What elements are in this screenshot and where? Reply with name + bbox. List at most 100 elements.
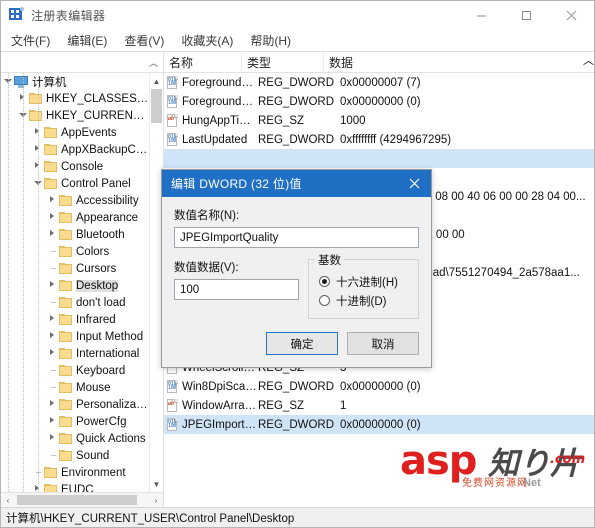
status-bar: 计算机\HKEY_CURRENT_USER\Control Panel\Desk… [1,507,594,527]
edit-dword-dialog: 编辑 DWORD (32 位)值 数值名称(N): JPEGImportQual… [161,169,432,368]
folder-icon [44,467,57,478]
tree-item-label: Mouse [76,381,111,394]
table-row[interactable]: 011100 ForegroundFla...REG_DWORD 0x0000000… [164,73,594,92]
maximize-button[interactable] [504,1,549,29]
chevron-right-icon[interactable] [48,192,59,209]
tree-item-label: Sound [76,449,110,462]
tree-guide-line [23,73,24,492]
tree-item-label: Personalization [76,398,149,411]
folder-icon [59,229,72,240]
folder-icon [29,110,42,121]
folder-icon [44,161,57,172]
status-path: 计算机\HKEY_CURRENT_USER\Control Panel\Desk… [6,512,295,525]
menu-view[interactable]: 查看(V) [124,32,164,49]
table-row[interactable]: 011 100 LastUpdated REG_DWORD 0xffffffff (42… [164,130,594,149]
value-name-input[interactable]: JPEGImportQuality [174,227,419,248]
chevron-right-icon[interactable] [48,209,59,226]
value-data-input[interactable]: 100 [174,279,299,300]
cancel-button[interactable]: 取消 [347,332,419,355]
tree-leaf-marker[interactable] [48,379,59,396]
folder-icon [44,127,57,138]
chevron-right-icon[interactable] [48,430,59,447]
folder-icon [59,365,72,376]
tree-item-label: Quick Actions [76,432,146,445]
cell-type: REG_SZ [258,399,305,412]
chevron-right-icon[interactable] [48,277,59,294]
tree-leaf-marker[interactable] [48,294,59,311]
chevron-right-icon[interactable] [48,328,59,345]
chevron-right-icon[interactable] [48,345,59,362]
tree-horizontal-scrollbar[interactable]: ‹ › [1,492,163,507]
dword-icon: 011100 [167,95,178,108]
close-button[interactable] [549,1,594,29]
column-header-type[interactable]: 类型 [242,52,324,72]
folder-icon [59,450,72,461]
menu-favorites[interactable]: 收藏夹(A) [181,32,233,49]
tree-item-label: EUDC [61,483,94,493]
dialog-buttons: 确定 取消 [174,332,419,355]
tree-leaf-marker[interactable] [48,243,59,260]
ok-button[interactable]: 确定 [266,332,338,355]
tree-leaf-marker[interactable] [48,362,59,379]
menu-file[interactable]: 文件(F) [11,32,50,49]
string-icon: ab [166,114,179,127]
tree-item-label: HKEY_CLASSES_ROOT [46,92,149,105]
registry-editor-window: 注册表编辑器 文件(F) 编辑(E) 查看(V) 收藏夹(A) 帮助(H) ︿ [0,0,595,528]
dialog-title-bar: 编辑 DWORD (32 位)值 [162,170,431,197]
tree-item-label: Accessibility [76,194,139,207]
tree-item-label: HKEY_CURRENT_USER [46,109,149,122]
scroll-up-icon[interactable]: ▲ [150,73,163,89]
folder-icon [59,433,72,444]
chevron-right-icon[interactable] [48,226,59,243]
chevron-right-icon[interactable] [48,311,59,328]
table-row[interactable]: ab HungAppTime... REG_SZ 1000 [164,111,594,130]
tree-item-label: Bluetooth [76,228,125,241]
table-row[interactable]: 011 100 ForegroundLo... REG_DWORD 0x00000000… [164,92,594,111]
scroll-right-icon[interactable]: › [149,493,163,507]
cell-type: REG_DWORD [258,133,335,146]
folder-icon [59,331,72,342]
radio-hexadecimal[interactable]: 十六进制(H) [319,272,410,291]
minimize-button[interactable] [459,1,504,29]
folder-icon [59,246,72,257]
tree-hscroll-thumb[interactable] [17,495,137,505]
cell-name: LastUpdated [182,133,248,146]
window-controls [459,1,594,29]
cell-type: REG_DWORD [258,380,335,393]
menu-edit[interactable]: 编辑(E) [67,32,107,49]
tree-item-label: PowerCfg [76,415,127,428]
scroll-down-icon[interactable]: ▼ [150,476,163,492]
tree-item-label: Input Method [76,330,144,343]
list-sort-icon: ︿ [583,55,594,67]
table-row[interactable]: 011100 JPEGImportQu...REG_DWORD 0x00000000… [164,415,594,434]
table-row[interactable]: 011100 [164,149,594,168]
column-header-name[interactable]: 名称 [164,52,242,72]
menu-help[interactable]: 帮助(H) [250,32,291,49]
registry-tree[interactable]: 计算机HKEY_CLASSES_ROOTHKEY_CURRENT_USERApp… [1,73,149,492]
chevron-right-icon[interactable] [48,413,59,430]
radio-hex-label: 十六进制(H) [336,276,398,289]
table-row[interactable]: ab WindowArran... REG_SZ 1 [164,396,594,415]
cell-name: ForegroundLo... [182,95,258,108]
registry-tree-pane: ︿ 计算机HKEY_CLASSES_ROOTHKEY_CURRENT_USERA… [1,52,164,507]
tree-leaf-marker[interactable] [48,260,59,277]
column-header-data[interactable]: 数据 [324,52,583,72]
radio-dec-label: 十进制(D) [336,295,387,308]
registry-icon [9,7,24,22]
folder-icon [59,263,72,274]
table-row[interactable]: 011 100 Win8DpiScaling REG_DWORD 0x00000000 … [164,377,594,396]
dialog-close-icon[interactable] [397,170,431,197]
chevron-right-icon[interactable] [48,396,59,413]
cell-name: HungAppTime... [182,114,258,127]
title-bar: 注册表编辑器 [1,1,594,29]
tree-leaf-marker[interactable] [48,447,59,464]
tree-item-label: AppXBackupContenr [61,143,149,156]
cell-data: 0x00000000 (0) [340,95,421,108]
scroll-left-icon[interactable]: ‹ [1,493,15,507]
tree-scroll-thumb[interactable] [151,89,162,123]
folder-icon [59,399,72,410]
dword-icon: 011100 [167,76,178,89]
radio-decimal[interactable]: 十进制(D) [319,291,410,310]
folder-icon [44,144,57,155]
dialog-title: 编辑 DWORD (32 位)值 [171,177,302,191]
